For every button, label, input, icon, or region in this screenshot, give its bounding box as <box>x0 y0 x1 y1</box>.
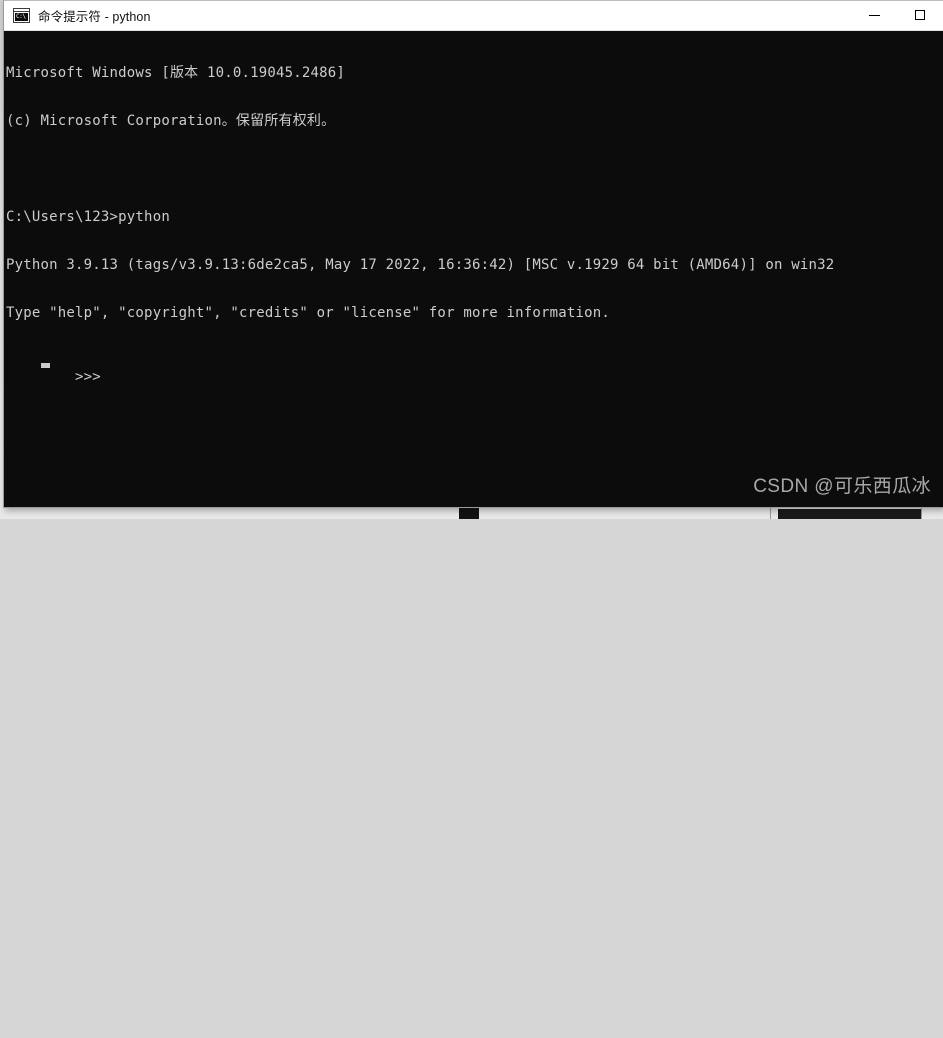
cmd-icon-screen-text: C:\ <box>15 12 28 21</box>
cmd-prompt-icon: C:\ <box>13 7 30 23</box>
console-prompt-line: >>> <box>6 353 943 385</box>
csdn-watermark: CSDN @可乐西瓜冰 <box>753 476 931 497</box>
console-line: Type "help", "copyright", "credits" or "… <box>6 305 611 321</box>
maximize-button[interactable] <box>897 1 943 30</box>
console-output-area[interactable]: Microsoft Windows [版本 10.0.19045.2486] (… <box>4 31 943 507</box>
command-prompt-window[interactable]: C:\ 命令提示符 - python Microsoft Windows [版本… <box>3 0 943 508</box>
maximize-icon <box>915 10 925 20</box>
title-bar[interactable]: C:\ 命令提示符 - python <box>4 0 943 31</box>
title-bar-accent <box>4 0 943 1</box>
console-line: C:\Users\123>python <box>6 209 170 225</box>
minimize-button[interactable] <box>851 1 897 30</box>
python-prompt: >>> <box>75 369 101 385</box>
window-controls <box>851 0 943 30</box>
minimize-icon <box>868 14 880 16</box>
taskbar-item-fragment[interactable] <box>459 508 479 519</box>
console-line: Microsoft Windows [版本 10.0.19045.2486] <box>6 65 346 81</box>
window-title: 命令提示符 - python <box>38 9 151 24</box>
console-line: (c) Microsoft Corporation。保留所有权利。 <box>6 113 336 129</box>
taskbar-preview-fragment[interactable] <box>778 509 921 519</box>
text-cursor <box>41 363 50 368</box>
cmd-icon-titlestrip <box>14 8 29 12</box>
console-line: Python 3.9.13 (tags/v3.9.13:6de2ca5, May… <box>6 257 835 273</box>
console-text: Microsoft Windows [版本 10.0.19045.2486] (… <box>6 33 943 401</box>
